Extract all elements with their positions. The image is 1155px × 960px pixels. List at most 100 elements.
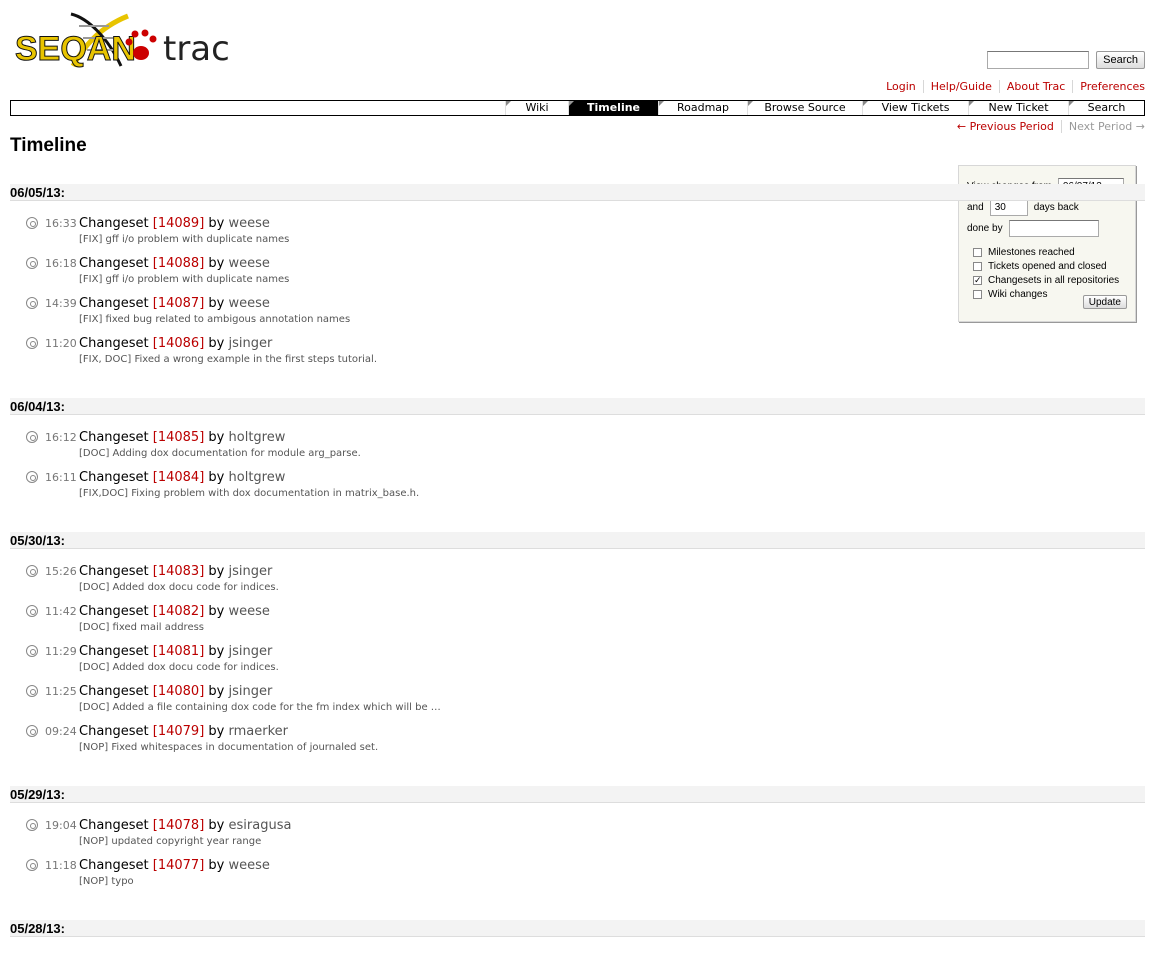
timeline-entry: 16:33 Changeset [14089] by weese [FIX] gff… (10, 215, 1145, 255)
timeline-entry: 16:18 Changeset [14088] by weese [FIX] gff… (10, 255, 1145, 295)
entry-author: jsinger (228, 336, 273, 351)
entry-title[interactable]: Changeset [14085] by holtgrew (79, 429, 1145, 446)
nav-new-ticket[interactable]: New Ticket (968, 101, 1068, 115)
changeset-icon (26, 565, 38, 577)
changeset-link[interactable]: [14077] (153, 858, 205, 873)
preferences-link[interactable]: Preferences (1072, 80, 1145, 93)
day-heading: 06/04/13: (10, 398, 1145, 415)
timeline-day: 05/29/13: 19:04 Changeset [14078] by esira… (10, 786, 1145, 897)
timeline: 06/05/13: 16:33 Changeset [14089] by weese… (10, 184, 1145, 960)
entry-message: [FIX, DOC] Fixed a wrong example in the … (79, 354, 378, 365)
changeset-link[interactable]: [14087] (153, 296, 205, 311)
nav-timeline[interactable]: Timeline (568, 101, 658, 115)
changeset-link[interactable]: [14084] (153, 470, 205, 485)
by-label: by (208, 216, 225, 231)
changeset-link[interactable]: [14086] (153, 336, 205, 351)
changeset-link[interactable]: [14081] (153, 644, 205, 659)
svg-text:SEQAN: SEQAN (15, 30, 136, 68)
by-label: by (208, 296, 225, 311)
entry-title[interactable]: Changeset [14079] by rmaerker (79, 723, 1145, 740)
entry-author: jsinger (228, 644, 273, 659)
nav-view-tickets[interactable]: View Tickets (862, 101, 968, 115)
entry-author: holtgrew (228, 470, 286, 485)
timeline-day: 05/28/13: (10, 920, 1145, 937)
entry-kind: Changeset (79, 684, 149, 699)
entry-time: 16:12 (45, 431, 77, 444)
search-button[interactable]: Search (1096, 51, 1145, 69)
context-nav: ← Previous Period Next Period → (950, 120, 1145, 133)
changeset-link[interactable]: [14088] (153, 256, 205, 271)
entry-time: 19:04 (45, 819, 77, 832)
nav-wiki[interactable]: Wiki (505, 101, 568, 115)
entry-message: [DOC] Added a file containing dox code f… (79, 702, 441, 713)
entry-message: [FIX] gff i/o problem with duplicate nam… (79, 234, 290, 245)
entry-kind: Changeset (79, 818, 149, 833)
entry-author: weese (228, 296, 270, 311)
nav-browse-source[interactable]: Browse Source (747, 101, 862, 115)
entry-title[interactable]: Changeset [14084] by holtgrew (79, 469, 1145, 486)
entry-time: 11:18 (45, 859, 77, 872)
entry-title[interactable]: Changeset [14082] by weese (79, 603, 1145, 620)
entry-message: [DOC] Added dox docu code for indices. (79, 662, 279, 673)
entry-title[interactable]: Changeset [14078] by esiragusa (79, 817, 1145, 834)
logo-graphic: SEQAN trac (15, 12, 230, 69)
timeline-day: 06/04/13: 16:12 Changeset [14085] by holtg… (10, 398, 1145, 509)
entry-kind: Changeset (79, 336, 149, 351)
entry-message: [DOC] Added dox docu code for indices. (79, 582, 279, 593)
entry-title[interactable]: Changeset [14080] by jsinger (79, 683, 1145, 700)
entry-message: [NOP] updated copyright year range (79, 836, 262, 847)
login-link[interactable]: Login (879, 80, 923, 93)
changeset-link[interactable]: [14083] (153, 564, 205, 579)
changeset-link[interactable]: [14079] (153, 724, 205, 739)
entry-title[interactable]: Changeset [14081] by jsinger (79, 643, 1145, 660)
timeline-day: 05/30/13: 15:26 Changeset [14083] by jsing… (10, 532, 1145, 763)
nav-search[interactable]: Search (1068, 101, 1144, 115)
timeline-entry: 15:26 Changeset [14083] by jsinger [DOC] A… (10, 563, 1145, 603)
entry-title[interactable]: Changeset [14083] by jsinger (79, 563, 1145, 580)
day-entries: 16:33 Changeset [14089] by weese [FIX] gff… (10, 215, 1145, 375)
entry-kind: Changeset (79, 858, 149, 873)
entry-author: weese (228, 256, 270, 271)
entry-title[interactable]: Changeset [14089] by weese (79, 215, 1145, 232)
seqan-trac-logo[interactable]: SEQAN trac (13, 8, 230, 69)
entry-title[interactable]: Changeset [14077] by weese (79, 857, 1145, 874)
entry-title[interactable]: Changeset [14088] by weese (79, 255, 1145, 272)
changeset-link[interactable]: [14089] (153, 216, 205, 231)
entry-time: 11:25 (45, 685, 77, 698)
help-guide-link[interactable]: Help/Guide (922, 80, 999, 93)
search-input[interactable] (987, 51, 1090, 69)
entry-message: [FIX] fixed bug related to ambigous anno… (79, 314, 351, 325)
timeline-entry: 11:18 Changeset [14077] by weese [NOP] typ… (10, 857, 1145, 897)
changeset-link[interactable]: [14085] (153, 430, 205, 445)
entry-author: esiragusa (228, 818, 292, 833)
changeset-link[interactable]: [14080] (153, 684, 205, 699)
entry-author: jsinger (228, 564, 273, 579)
entry-message: [NOP] typo (79, 876, 134, 887)
timeline-entry: 14:39 Changeset [14087] by weese [FIX] fix… (10, 295, 1145, 335)
previous-period-link[interactable]: ← Previous Period (957, 120, 1054, 133)
changeset-link[interactable]: [14082] (153, 604, 205, 619)
entry-title[interactable]: Changeset [14087] by weese (79, 295, 1145, 312)
entry-kind: Changeset (79, 430, 149, 445)
nav-roadmap[interactable]: Roadmap (658, 101, 747, 115)
entry-author: holtgrew (228, 430, 286, 445)
main-nav: Wiki Timeline Roadmap Browse Source View… (10, 100, 1145, 116)
entry-author: weese (228, 858, 270, 873)
day-entries: 15:26 Changeset [14083] by jsinger [DOC] A… (10, 563, 1145, 763)
day-heading: 05/28/13: (10, 920, 1145, 937)
about-trac-link[interactable]: About Trac (998, 80, 1072, 93)
entry-message: [NOP] Fixed whitespaces in documentation… (79, 742, 379, 753)
changeset-link[interactable]: [14078] (153, 818, 205, 833)
changeset-icon (26, 685, 38, 697)
entry-kind: Changeset (79, 256, 149, 271)
entry-author: weese (228, 604, 270, 619)
entry-author: weese (228, 216, 270, 231)
banner: SEQAN trac Search Login Help/Guide About… (0, 0, 1155, 100)
entry-time: 11:29 (45, 645, 77, 658)
entry-title[interactable]: Changeset [14086] by jsinger (79, 335, 1145, 352)
entry-kind: Changeset (79, 564, 149, 579)
day-entries: 16:12 Changeset [14085] by holtgrew [DOC] … (10, 429, 1145, 509)
by-label: by (208, 858, 225, 873)
timeline-entry: 16:12 Changeset [14085] by holtgrew [DOC] … (10, 429, 1145, 469)
entry-kind: Changeset (79, 604, 149, 619)
